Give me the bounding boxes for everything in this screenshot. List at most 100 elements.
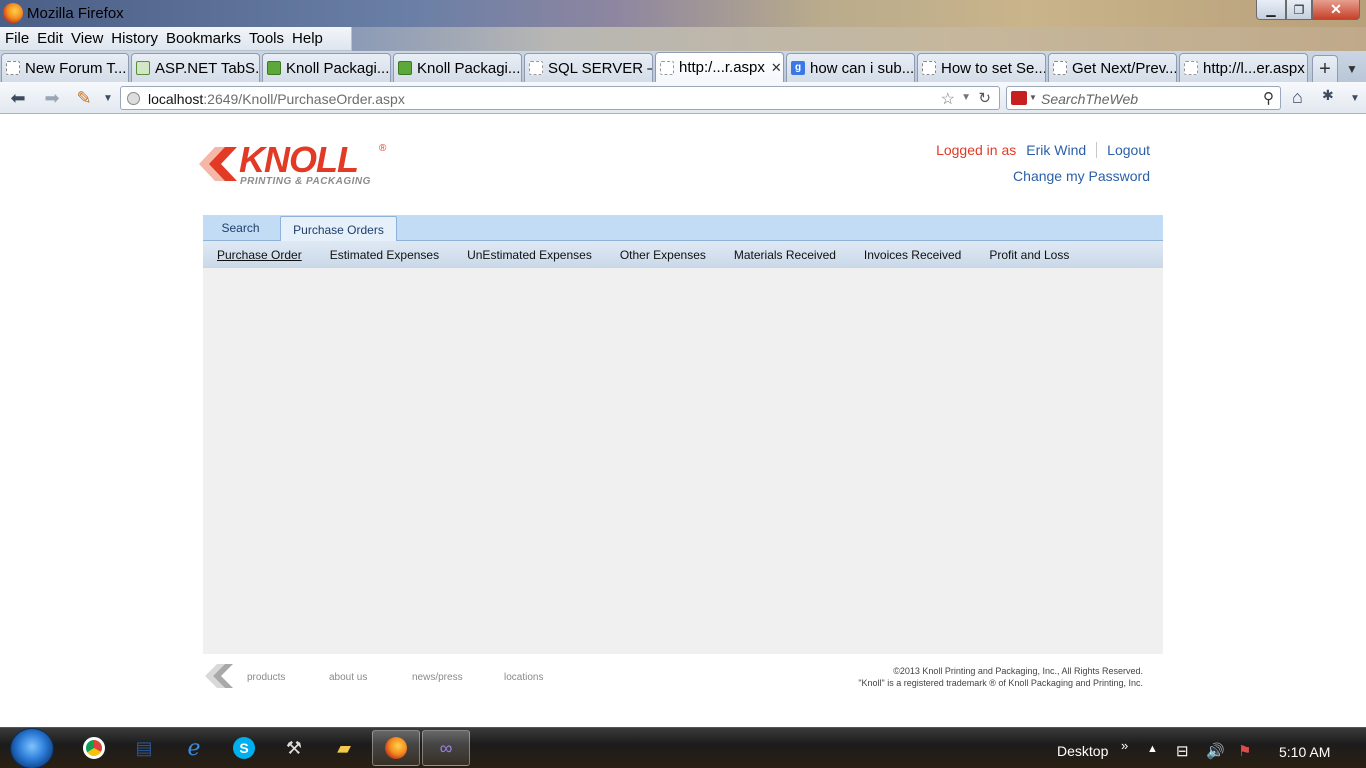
close-tab-icon[interactable]: ✕ <box>771 60 782 76</box>
taskbar: ▤ ℯ S ⚒ ▰ ∞ Desktop » ▲ ⊟ 🔊 ⚑ 5:10 AM <box>0 727 1366 768</box>
clock[interactable]: 5:10 AM <box>1279 744 1330 760</box>
browser-tab-label: Knoll Packagi... <box>417 59 521 77</box>
skype-taskbar-icon[interactable]: S <box>220 730 268 766</box>
menu-bar: File Edit View History Bookmarks Tools H… <box>0 27 352 51</box>
navigation-toolbar: ⬅ ➡ ✎ ▼ localhost:2649/Knoll/PurchaseOrd… <box>0 82 1366 114</box>
list-all-tabs-button[interactable]: ▼ <box>1342 55 1362 82</box>
address-bar[interactable]: localhost:2649/Knoll/PurchaseOrder.aspx … <box>120 86 1000 110</box>
browser-tab[interactable]: ASP.NET TabS... <box>131 53 260 82</box>
menu-view[interactable]: View <box>71 30 103 47</box>
footer-link-locations[interactable]: locations <box>504 672 543 683</box>
chevron-down-icon[interactable]: ▼ <box>96 87 120 109</box>
subtab-materials-received[interactable]: Materials Received <box>734 248 836 262</box>
firefox-logo-icon <box>3 3 23 23</box>
menu-edit[interactable]: Edit <box>37 30 63 47</box>
subtab-other-expenses[interactable]: Other Expenses <box>620 248 706 262</box>
network-icon[interactable]: ⊟ <box>1176 742 1189 760</box>
subtab-invoices-received[interactable]: Invoices Received <box>864 248 961 262</box>
browser-tab-label: SQL SERVER –... <box>548 59 652 77</box>
visual-studio-taskbar-icon[interactable]: ∞ <box>422 730 470 766</box>
word-taskbar-icon[interactable]: ▤ <box>120 730 168 766</box>
browser-tab[interactable]: Knoll Packagi... <box>393 53 522 82</box>
action-center-flag-icon[interactable]: ⚑ <box>1238 742 1251 760</box>
tools-taskbar-icon[interactable]: ⚒ <box>270 730 318 766</box>
browser-tab[interactable]: Get Next/Prev... <box>1048 53 1177 82</box>
logo-brand: KNOLL <box>239 139 359 180</box>
knoll-site-icon <box>398 61 412 75</box>
chevron-down-icon[interactable]: ▼ <box>961 92 971 103</box>
browser-tab[interactable]: Knoll Packagi... <box>262 53 391 82</box>
page-icon <box>529 61 543 75</box>
content-panel <box>203 268 1163 654</box>
browser-tab-label: New Forum T... <box>25 59 127 77</box>
minimize-button[interactable]: ▁ <box>1256 0 1286 20</box>
menu-bar-background <box>352 27 1366 51</box>
username-link[interactable]: Erik Wind <box>1026 142 1086 158</box>
page-icon <box>1053 61 1067 75</box>
browser-tab-label: Knoll Packagi... <box>286 59 390 77</box>
chevron-down-icon[interactable]: ▼ <box>1029 93 1037 102</box>
start-button[interactable] <box>10 728 54 768</box>
forward-arrow-icon[interactable]: ➡ <box>40 87 64 109</box>
window-title: Mozilla Firefox <box>27 5 124 22</box>
tab-purchase-orders[interactable]: Purchase Orders <box>280 216 397 242</box>
login-status: Logged in as Erik Wind Logout Change my … <box>936 142 1150 184</box>
search-icon[interactable]: ⚲ <box>1263 89 1274 107</box>
page-icon <box>660 60 674 75</box>
browser-tab-label: ASP.NET TabS... <box>155 59 260 77</box>
new-tab-button[interactable]: + <box>1312 55 1338 82</box>
addon-icon[interactable]: ✱ <box>1322 87 1334 104</box>
browser-tab[interactable]: SQL SERVER –... <box>524 53 653 82</box>
volume-icon[interactable]: 🔊 <box>1206 742 1225 760</box>
menu-history[interactable]: History <box>111 30 158 47</box>
search-placeholder: SearchTheWeb <box>1041 91 1139 107</box>
bookmark-star-icon[interactable]: ☆ <box>941 89 955 109</box>
knoll-logo[interactable]: KNOLL ® PRINTING & PACKAGING <box>197 139 392 189</box>
logged-in-label: Logged in as <box>936 142 1017 158</box>
desktop-toolbar-label[interactable]: Desktop <box>1057 743 1108 759</box>
show-hidden-icons-icon[interactable]: ▲ <box>1147 743 1158 755</box>
footer-link-about-us[interactable]: about us <box>329 672 367 683</box>
home-icon[interactable]: ⌂ <box>1292 87 1303 108</box>
change-password-link[interactable]: Change my Password <box>936 168 1150 184</box>
browser-tab-active[interactable]: http:/...r.aspx ✕ <box>655 52 784 82</box>
page-icon <box>1184 61 1198 75</box>
browser-tab[interactable]: How to set Se... <box>917 53 1046 82</box>
subtab-unestimated-expenses[interactable]: UnEstimated Expenses <box>467 248 592 262</box>
footer-link-news-press[interactable]: news/press <box>412 672 463 683</box>
internet-explorer-taskbar-icon[interactable]: ℯ <box>170 730 218 766</box>
reload-icon[interactable]: ↻ <box>978 89 991 107</box>
logout-link[interactable]: Logout <box>1107 142 1150 158</box>
search-bar[interactable]: ▼ SearchTheWeb ⚲ <box>1006 86 1281 110</box>
page-icon <box>6 61 20 75</box>
knoll-site-icon <box>267 61 281 75</box>
chrome-taskbar-icon[interactable] <box>70 730 118 766</box>
google-icon: g <box>791 61 805 75</box>
search-engine-icon[interactable] <box>1011 91 1027 105</box>
browser-tab[interactable]: g how can i sub... <box>786 53 915 82</box>
browser-tab-label: how can i sub... <box>810 59 915 77</box>
subtab-purchase-order[interactable]: Purchase Order <box>217 248 302 262</box>
firefox-taskbar-icon[interactable] <box>372 730 420 766</box>
browser-tab-label: http://l...er.aspx <box>1203 59 1305 77</box>
pencil-icon[interactable]: ✎ <box>72 87 96 109</box>
page-icon <box>922 61 936 75</box>
close-window-button[interactable]: ✕ <box>1312 0 1360 20</box>
maximize-button[interactable]: ❐ <box>1286 0 1312 20</box>
browser-tab[interactable]: New Forum T... <box>1 53 129 82</box>
menu-help[interactable]: Help <box>292 30 323 47</box>
subtab-estimated-expenses[interactable]: Estimated Expenses <box>330 248 439 262</box>
tab-search[interactable]: Search <box>203 215 278 241</box>
footer-link-products[interactable]: products <box>247 672 285 683</box>
menu-tools[interactable]: Tools <box>249 30 284 47</box>
globe-icon <box>127 92 140 105</box>
menu-file[interactable]: File <box>5 30 29 47</box>
address-url[interactable]: localhost:2649/Knoll/PurchaseOrder.aspx <box>148 91 405 107</box>
chevron-down-icon[interactable]: ▼ <box>1350 93 1360 104</box>
menu-bookmarks[interactable]: Bookmarks <box>166 30 241 47</box>
chevron-right-icon[interactable]: » <box>1121 738 1128 753</box>
subtab-profit-and-loss[interactable]: Profit and Loss <box>989 248 1069 262</box>
browser-tab[interactable]: http://l...er.aspx <box>1179 53 1308 82</box>
explorer-taskbar-icon[interactable]: ▰ <box>320 730 368 766</box>
back-arrow-icon[interactable]: ⬅ <box>6 87 30 109</box>
